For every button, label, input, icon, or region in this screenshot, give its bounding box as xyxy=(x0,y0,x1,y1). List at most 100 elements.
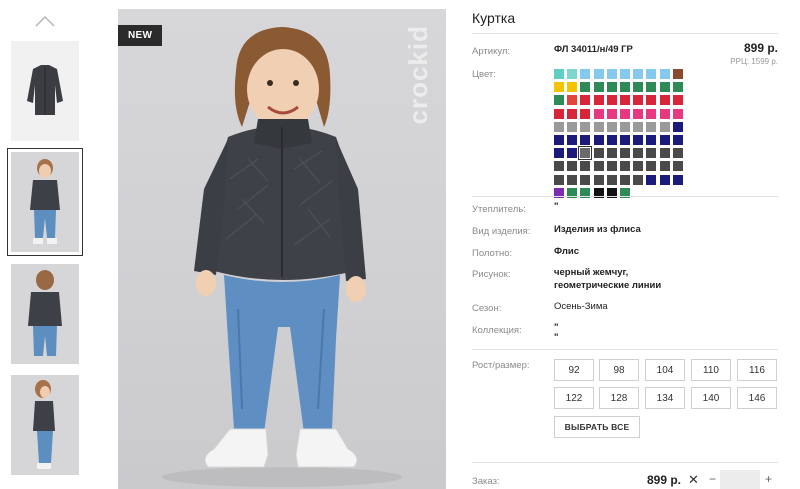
thumbnail-child-back[interactable] xyxy=(11,264,79,364)
color-swatch[interactable] xyxy=(633,95,644,106)
color-swatch[interactable] xyxy=(672,174,683,185)
color-swatch[interactable] xyxy=(606,174,617,185)
color-swatch[interactable] xyxy=(633,174,644,185)
color-swatch[interactable] xyxy=(567,69,578,79)
remove-order-icon[interactable]: ✕ xyxy=(688,472,699,488)
color-swatch[interactable] xyxy=(646,121,657,132)
color-swatch[interactable] xyxy=(593,135,604,145)
thumbnail-jacket-flat[interactable] xyxy=(11,41,79,141)
color-swatch[interactable] xyxy=(659,135,670,145)
color-swatch[interactable] xyxy=(580,174,591,185)
color-swatch[interactable] xyxy=(659,161,670,172)
color-swatch[interactable] xyxy=(672,108,683,119)
color-swatch[interactable] xyxy=(580,95,591,106)
color-swatch[interactable] xyxy=(659,95,670,106)
color-swatch[interactable] xyxy=(620,148,630,159)
color-swatch[interactable] xyxy=(672,135,683,145)
color-swatch[interactable] xyxy=(554,69,564,79)
color-swatch[interactable] xyxy=(620,121,630,132)
color-swatch[interactable] xyxy=(672,148,683,159)
color-swatch[interactable] xyxy=(659,121,670,132)
color-swatch[interactable] xyxy=(580,135,591,145)
color-swatch[interactable] xyxy=(646,174,657,185)
color-swatch[interactable] xyxy=(633,82,644,93)
color-swatch[interactable] xyxy=(593,95,604,106)
size-button-146[interactable]: 146 xyxy=(737,387,777,409)
color-swatch[interactable] xyxy=(580,69,591,79)
color-swatch[interactable] xyxy=(606,108,617,119)
color-swatch[interactable] xyxy=(606,121,617,132)
color-swatch[interactable] xyxy=(606,82,617,93)
main-product-photo[interactable]: NEW crockid xyxy=(118,9,446,489)
size-button-104[interactable]: 104 xyxy=(645,359,685,381)
color-swatch[interactable] xyxy=(620,135,630,145)
quantity-input[interactable] xyxy=(720,470,760,489)
color-swatch[interactable] xyxy=(554,82,564,93)
color-swatch[interactable] xyxy=(593,174,604,185)
color-swatch[interactable] xyxy=(554,174,564,185)
color-swatch[interactable] xyxy=(620,161,630,172)
color-swatch[interactable] xyxy=(646,95,657,106)
color-swatch[interactable] xyxy=(606,161,617,172)
color-swatch[interactable] xyxy=(567,148,578,159)
color-swatch[interactable] xyxy=(659,148,670,159)
color-swatch[interactable] xyxy=(567,174,578,185)
color-swatch[interactable] xyxy=(672,161,683,172)
select-all-sizes-button[interactable]: ВЫБРАТЬ ВСЕ xyxy=(554,416,640,438)
color-swatch[interactable] xyxy=(620,82,630,93)
color-swatch[interactable] xyxy=(646,135,657,145)
color-swatch[interactable] xyxy=(580,121,591,132)
color-swatch[interactable] xyxy=(620,108,630,119)
size-button-122[interactable]: 122 xyxy=(554,387,594,409)
color-swatch[interactable] xyxy=(606,148,617,159)
color-swatch[interactable] xyxy=(633,108,644,119)
color-swatch[interactable] xyxy=(633,148,644,159)
color-swatch[interactable] xyxy=(567,135,578,145)
color-swatch[interactable] xyxy=(659,108,670,119)
size-button-116[interactable]: 116 xyxy=(737,359,777,381)
color-swatch[interactable] xyxy=(620,95,630,106)
color-swatch[interactable] xyxy=(593,69,604,79)
size-button-134[interactable]: 134 xyxy=(645,387,685,409)
size-button-98[interactable]: 98 xyxy=(599,359,639,381)
color-swatch[interactable] xyxy=(593,121,604,132)
color-swatch[interactable] xyxy=(593,108,604,119)
color-swatch[interactable] xyxy=(554,148,564,159)
color-swatch[interactable] xyxy=(567,95,578,106)
color-swatch[interactable] xyxy=(567,82,578,93)
color-swatch[interactable] xyxy=(580,108,591,119)
color-swatch[interactable] xyxy=(554,135,564,145)
color-swatch[interactable] xyxy=(578,146,593,161)
size-button-92[interactable]: 92 xyxy=(554,359,594,381)
color-swatch[interactable] xyxy=(620,69,630,79)
color-swatch[interactable] xyxy=(567,161,578,172)
color-swatch[interactable] xyxy=(646,69,657,79)
color-swatch[interactable] xyxy=(554,108,564,119)
color-swatch[interactable] xyxy=(567,108,578,119)
color-swatch[interactable] xyxy=(672,69,683,79)
color-swatch[interactable] xyxy=(633,121,644,132)
color-swatch[interactable] xyxy=(659,82,670,93)
color-swatch[interactable] xyxy=(580,82,591,93)
thumbnail-child-side[interactable] xyxy=(11,375,79,475)
color-swatch[interactable] xyxy=(593,82,604,93)
size-button-140[interactable]: 140 xyxy=(691,387,731,409)
color-swatch[interactable] xyxy=(659,174,670,185)
color-swatch[interactable] xyxy=(646,82,657,93)
size-button-128[interactable]: 128 xyxy=(599,387,639,409)
color-swatch[interactable] xyxy=(633,135,644,145)
color-swatch[interactable] xyxy=(580,161,591,172)
color-swatch[interactable] xyxy=(646,161,657,172)
color-swatch[interactable] xyxy=(554,121,564,132)
color-swatch[interactable] xyxy=(606,135,617,145)
color-swatch[interactable] xyxy=(554,95,564,106)
color-swatch[interactable] xyxy=(633,161,644,172)
color-swatch[interactable] xyxy=(633,69,644,79)
chevron-up-icon[interactable] xyxy=(34,14,56,28)
color-swatch[interactable] xyxy=(672,82,683,93)
color-swatch[interactable] xyxy=(672,121,683,132)
color-swatch[interactable] xyxy=(554,161,564,172)
size-button-110[interactable]: 110 xyxy=(691,359,731,381)
quantity-decrease-button[interactable]: − xyxy=(709,472,716,486)
color-swatch[interactable] xyxy=(646,148,657,159)
